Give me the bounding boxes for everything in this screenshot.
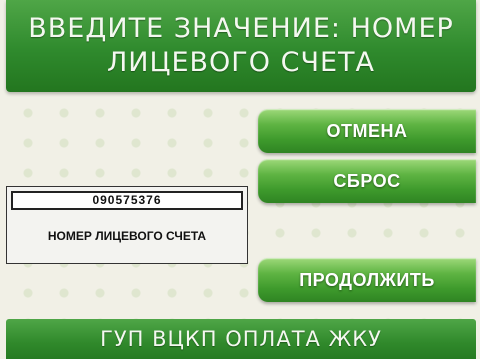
prompt-title-line-2: ЛИЦЕВОГО СЧЕТА [107,47,375,78]
account-number-field[interactable]: 090575376 [11,191,243,210]
account-number-label: НОМЕР ЛИЦЕВОГО СЧЕТА [47,229,207,243]
prompt-title-line-1: ВВЕДИТЕ ЗНАЧЕНИЕ: НОМЕР [28,13,454,44]
prompt-header: ВВЕДИТЕ ЗНАЧЕНИЕ: НОМЕР ЛИЦЕВОГО СЧЕТА [6,0,476,92]
cancel-button[interactable]: ОТМЕНА [258,109,476,153]
continue-button[interactable]: ПРОДОЛЖИТЬ [258,258,476,302]
reset-button[interactable]: СБРОС [258,159,476,203]
account-input-panel: 090575376 НОМЕР ЛИЦЕВОГО СЧЕТА [6,186,248,264]
footer-banner: ГУП ВЦКП ОПЛАТА ЖКУ [6,319,476,359]
